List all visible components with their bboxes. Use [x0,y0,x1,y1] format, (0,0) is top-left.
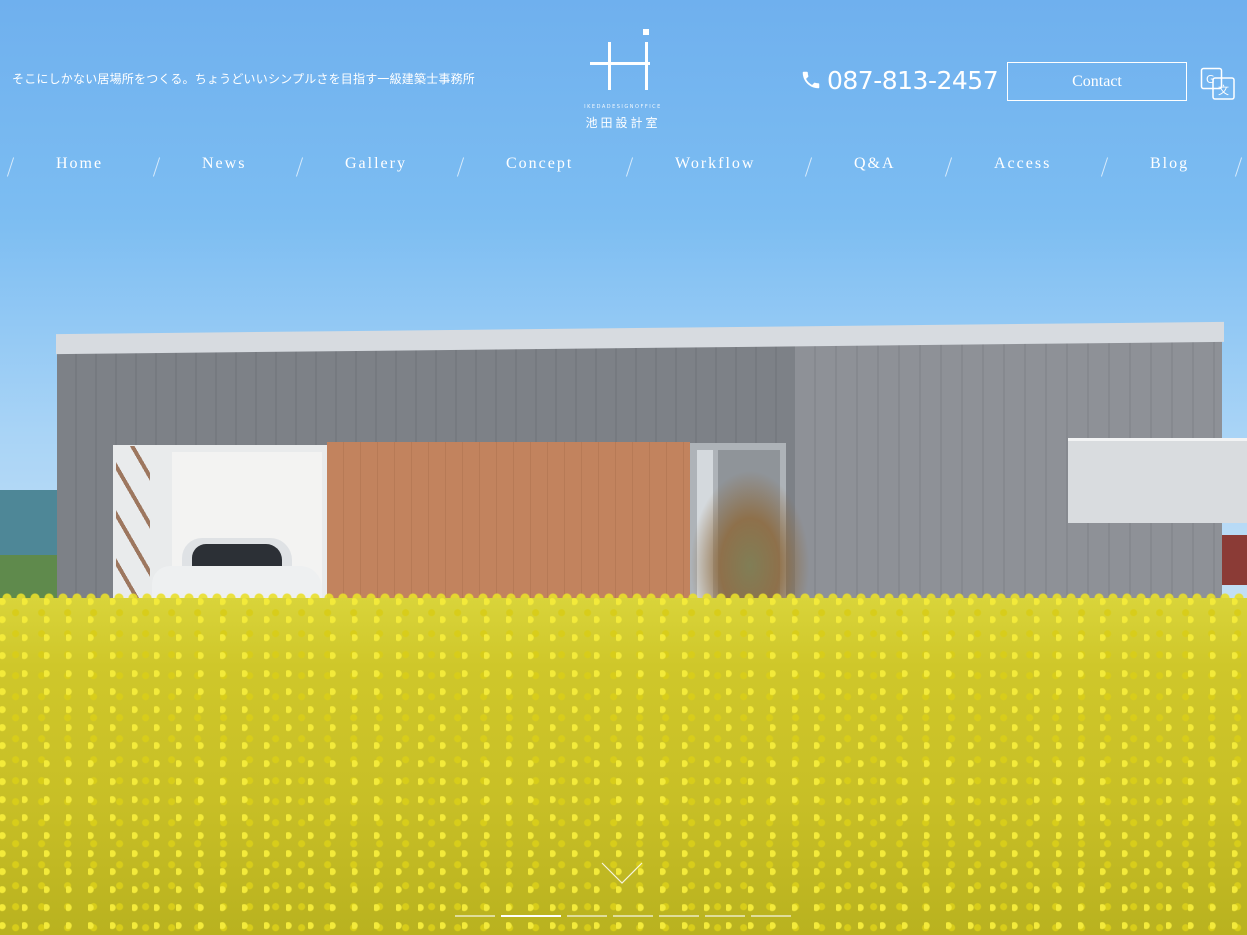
nav-separator [152,157,161,177]
site-tagline: そこにしかない居場所をつくる。ちょうどいいシンプルさを目指す一級建築士事務所 [12,72,476,86]
scroll-down-icon[interactable] [600,860,644,886]
slider-dot[interactable] [705,915,745,917]
nav-separator [295,157,304,177]
slider-dot[interactable] [659,915,699,917]
hero-image [0,0,1247,935]
nav-item-concept[interactable]: Concept [506,155,573,173]
nav-separator [944,157,953,177]
nav-separator [625,157,634,177]
box-window [1068,438,1247,523]
nav-item-home[interactable]: Home [56,155,103,173]
nav-item-blog[interactable]: Blog [1150,155,1189,173]
phone-icon [802,71,820,89]
nav-item-qa[interactable]: Q&A [854,155,896,173]
slider-dot[interactable] [751,915,791,917]
slider-pagination [455,915,791,917]
slider-dot-active[interactable] [501,915,561,917]
site-logo[interactable]: IKEDADESIGNOFFICE 池田設計室 [578,26,668,132]
nav-item-access[interactable]: Access [994,155,1051,173]
carport-post [116,446,150,606]
nav-separator [456,157,465,177]
nav-separator [6,157,15,177]
phone-link[interactable]: 087-813-2457 [800,62,999,98]
contact-button[interactable]: Contact [1007,62,1187,101]
logo-japanese: 池田設計室 [585,116,661,130]
nav-item-news[interactable]: News [202,155,246,173]
nav-separator [804,157,813,177]
slider-dot[interactable] [567,915,607,917]
main-nav: Home News Gallery Concept Workflow Q&A A… [0,150,1247,180]
logo-english: IKEDADESIGNOFFICE [584,104,662,110]
logo-mark-icon [590,29,650,90]
nav-item-gallery[interactable]: Gallery [345,155,407,173]
nav-item-workflow[interactable]: Workflow [675,155,755,173]
svg-text:文: 文 [1218,83,1229,97]
translate-icon[interactable]: G 文 [1200,67,1236,101]
phone-number: 087-813-2457 [827,65,999,95]
nav-separator [1100,157,1109,177]
slider-dot[interactable] [455,915,495,917]
slider-dot[interactable] [613,915,653,917]
nav-separator [1234,157,1243,177]
